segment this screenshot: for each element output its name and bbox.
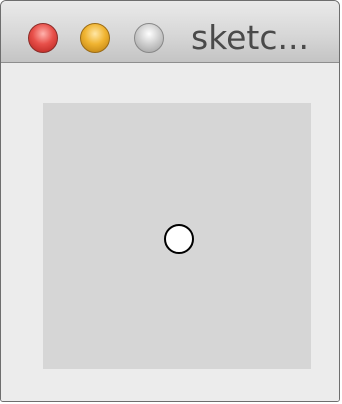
minimize-button[interactable] xyxy=(80,23,110,53)
window-content xyxy=(1,63,339,401)
close-button[interactable] xyxy=(28,23,58,53)
circle-marker xyxy=(164,224,194,254)
sketch-canvas[interactable] xyxy=(43,103,311,369)
zoom-button[interactable] xyxy=(134,23,164,53)
app-window: sketc... xyxy=(0,0,340,402)
title-bar[interactable]: sketc... xyxy=(1,1,339,63)
window-title: sketc... xyxy=(191,18,309,57)
